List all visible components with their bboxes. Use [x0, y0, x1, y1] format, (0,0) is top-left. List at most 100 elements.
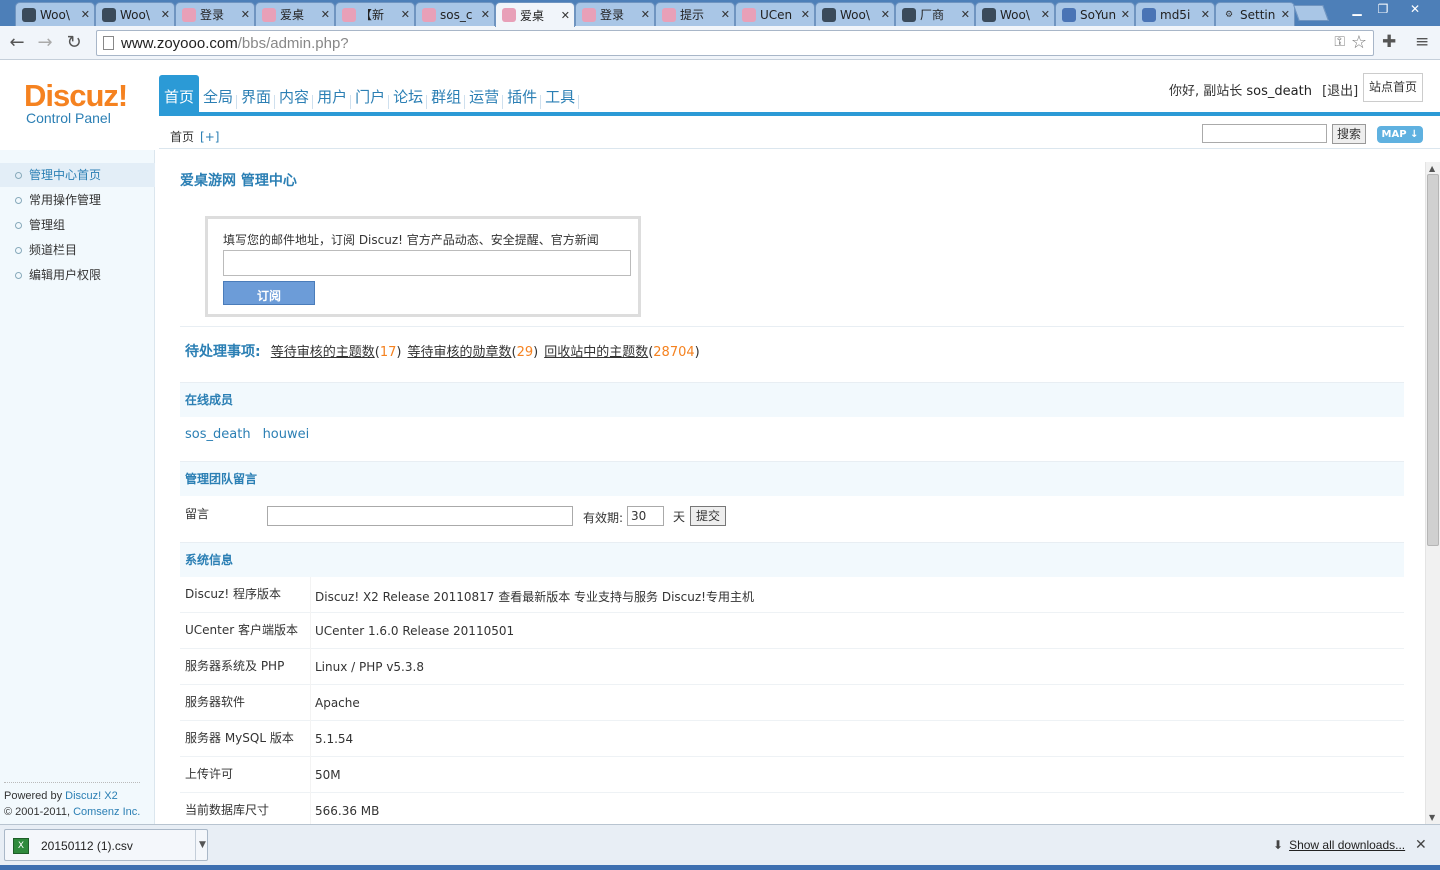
download-item[interactable]: X 20150112 (1).csv ▼: [4, 829, 208, 861]
close-tab-icon[interactable]: ✕: [321, 8, 330, 21]
team-message-form: 留言 有效期: 30 天 提交: [185, 505, 726, 526]
nav-tab[interactable]: 插件: [503, 75, 542, 113]
nav-tab[interactable]: 界面: [237, 75, 276, 113]
sidebar-item[interactable]: 常用操作管理: [0, 188, 155, 212]
scroll-down-icon[interactable]: ▼: [1429, 813, 1435, 822]
nav-tab[interactable]: 用户: [313, 75, 352, 113]
close-tab-icon[interactable]: ✕: [1281, 8, 1290, 21]
sidebar-item[interactable]: 编辑用户权限: [0, 263, 155, 287]
browser-tab[interactable]: 厂商 ✕: [895, 2, 975, 26]
browser-tab[interactable]: 提示 ✕: [655, 2, 735, 26]
vertical-scrollbar[interactable]: ▲ ▼: [1425, 162, 1440, 824]
minimize-icon[interactable]: ▁: [1344, 0, 1370, 18]
close-tab-icon[interactable]: ✕: [721, 8, 730, 21]
close-tab-icon[interactable]: ✕: [161, 8, 170, 21]
browser-tab[interactable]: sos_c ✕: [415, 2, 495, 26]
key-icon[interactable]: ⚿: [1334, 34, 1345, 50]
close-tab-icon[interactable]: ✕: [81, 8, 90, 21]
browser-tab[interactable]: Woo\ ✕: [95, 2, 175, 26]
close-tab-icon[interactable]: ✕: [801, 8, 810, 21]
discuz-link[interactable]: Discuz! X2: [65, 790, 118, 802]
close-tab-icon[interactable]: ✕: [561, 9, 570, 22]
close-tab-icon[interactable]: ✕: [1121, 8, 1130, 21]
browser-tab[interactable]: Woo\ ✕: [15, 2, 95, 26]
address-bar[interactable]: www.zoyooo.com/bbs/admin.php? ⚿ ☆: [96, 30, 1374, 56]
show-all-downloads-link[interactable]: ⬇ Show all downloads...: [1273, 838, 1405, 852]
online-member-link[interactable]: houwei: [263, 427, 310, 442]
nav-tab[interactable]: 内容: [275, 75, 314, 113]
close-tab-icon[interactable]: ✕: [401, 8, 410, 21]
back-icon[interactable]: ←: [6, 32, 28, 54]
forward-icon[interactable]: →: [34, 32, 56, 54]
close-tab-icon[interactable]: ✕: [481, 8, 490, 21]
subscribe-button[interactable]: 订阅: [223, 281, 315, 305]
browser-tab[interactable]: UCen ✕: [735, 2, 815, 26]
nav-tab[interactable]: 首页: [159, 75, 200, 113]
nav-tab[interactable]: 运营: [465, 75, 504, 113]
pending-link[interactable]: 等待审核的勋章数: [407, 345, 511, 360]
browser-tab[interactable]: 【新 ✕: [335, 2, 415, 26]
search-icon: [1062, 7, 1076, 22]
subscribe-email-input[interactable]: [223, 250, 631, 276]
browser-tab[interactable]: md5i ✕: [1135, 2, 1215, 26]
close-tab-icon[interactable]: ✕: [1201, 8, 1210, 21]
extension-puzzle-icon[interactable]: ✚: [1382, 32, 1396, 52]
tab-title: 厂商: [920, 8, 945, 22]
close-tab-icon[interactable]: ✕: [641, 8, 650, 21]
restore-icon[interactable]: ❐: [1370, 0, 1396, 18]
dz-icon: [502, 8, 516, 22]
sysinfo-value: 50M: [315, 768, 341, 782]
close-tab-icon[interactable]: ✕: [1041, 8, 1050, 21]
nav-tab[interactable]: 门户: [351, 75, 390, 113]
sidebar-item[interactable]: 频道栏目: [0, 238, 155, 262]
admin-search-input[interactable]: [1202, 124, 1327, 143]
close-tab-icon[interactable]: ✕: [961, 8, 970, 21]
browser-tab[interactable]: ⚙ Settin ✕: [1215, 2, 1295, 26]
comsenz-link[interactable]: Comsenz Inc.: [73, 806, 140, 818]
close-window-icon[interactable]: ✕: [1400, 0, 1430, 18]
team-message-header: 管理团队留言: [180, 461, 1404, 496]
close-tab-icon[interactable]: ✕: [881, 8, 890, 21]
browser-tab[interactable]: SoYun ✕: [1055, 2, 1135, 26]
online-members: sos_death houwei: [185, 427, 321, 442]
nav-tab[interactable]: 全局: [199, 75, 238, 113]
nav-tab[interactable]: 群组: [427, 75, 466, 113]
browser-tab[interactable]: 登录 ✕: [575, 2, 655, 26]
pending-item[interactable]: 回收站中的主题数(28704): [538, 345, 700, 360]
browser-tab[interactable]: Woo\ ✕: [815, 2, 895, 26]
new-tab-button[interactable]: [1293, 5, 1329, 21]
close-download-bar-icon[interactable]: ✕: [1415, 837, 1427, 853]
browser-tab[interactable]: 登录 ✕: [175, 2, 255, 26]
online-member-link[interactable]: sos_death: [185, 427, 251, 442]
scroll-up-icon[interactable]: ▲: [1429, 164, 1435, 173]
pending-item[interactable]: 等待审核的主题数(17): [265, 345, 402, 360]
scroll-thumb[interactable]: [1427, 174, 1439, 546]
nav-tab[interactable]: 论坛: [389, 75, 428, 113]
browser-tab[interactable]: 爱桌 ✕: [255, 2, 335, 26]
nav-tab[interactable]: 工具: [541, 75, 580, 113]
search-button[interactable]: 搜索: [1332, 124, 1366, 144]
close-tab-icon[interactable]: ✕: [241, 8, 250, 21]
map-button[interactable]: MAP ↓: [1377, 126, 1423, 143]
sidebar-item[interactable]: 管理组: [0, 213, 155, 237]
sub-bar: 首页 [+] 搜索 MAP ↓: [159, 116, 1440, 149]
validity-input[interactable]: 30: [627, 506, 664, 526]
grid-icon: [1142, 7, 1156, 22]
pending-link[interactable]: 回收站中的主题数: [544, 345, 648, 360]
site-home-button[interactable]: 站点首页: [1363, 73, 1423, 102]
submit-message-button[interactable]: 提交: [690, 506, 726, 526]
browser-tab[interactable]: Woo\ ✕: [975, 2, 1055, 26]
sidebar-item[interactable]: 管理中心首页: [0, 163, 155, 187]
pending-item[interactable]: 等待审核的勋章数(29): [401, 345, 538, 360]
bookmark-star-icon[interactable]: ☆: [1351, 32, 1367, 53]
menu-icon[interactable]: ≡: [1415, 32, 1429, 52]
add-shortcut-link[interactable]: [+]: [200, 130, 219, 144]
pending-link[interactable]: 等待审核的主题数: [271, 345, 375, 360]
message-input[interactable]: [267, 506, 573, 526]
chevron-down-icon[interactable]: ▼: [195, 830, 209, 860]
browser-tab[interactable]: 爱桌 ✕: [495, 2, 575, 27]
logout-link[interactable]: [退出]: [1322, 84, 1358, 99]
breadcrumb-home[interactable]: 首页: [170, 130, 194, 144]
discuz-logo[interactable]: Discuz! Control Panel: [24, 78, 128, 126]
reload-icon[interactable]: ↻: [63, 32, 85, 54]
